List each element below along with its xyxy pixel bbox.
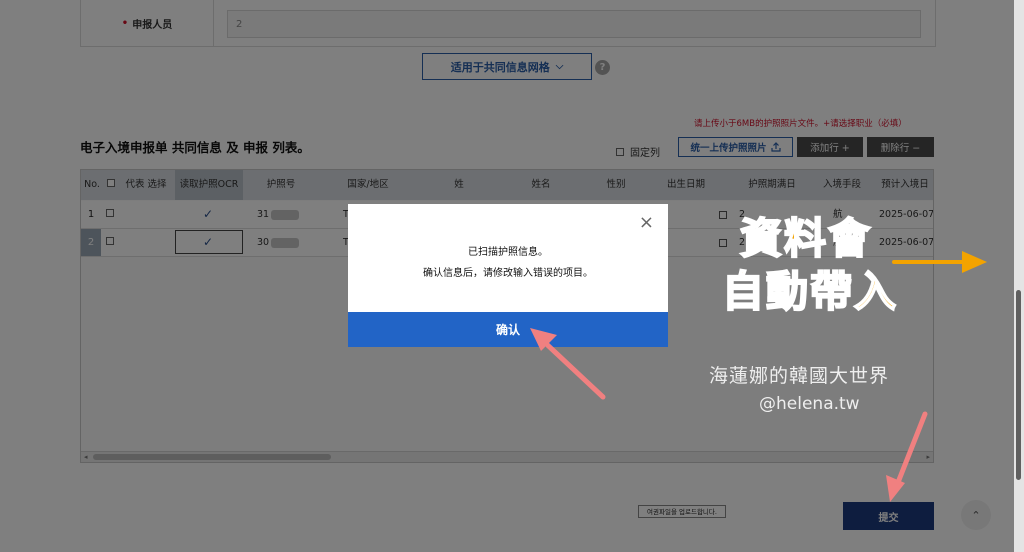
arrow-to-submit-icon: [886, 411, 928, 502]
arrow-to-confirm-icon: [530, 328, 606, 400]
annotation-arrows: [530, 251, 987, 502]
arrow-to-right-icon: [892, 251, 987, 273]
